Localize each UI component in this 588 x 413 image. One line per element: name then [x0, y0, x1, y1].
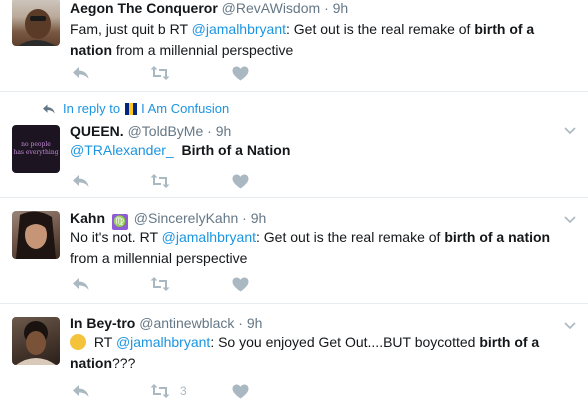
user-handle[interactable]: @antinewblack — [139, 315, 234, 331]
tweet[interactable]: Kahn ♍ @SincerelyKahn · 9h No it's not. … — [0, 198, 588, 304]
highlighted-term: Birth of a Nation — [181, 142, 291, 158]
reply-icon — [73, 385, 89, 397]
dark-purple-avatar-icon: no people has everything — [13, 141, 59, 156]
display-name[interactable]: Aegon The Conqueror — [70, 0, 218, 16]
like-button[interactable] — [232, 382, 249, 400]
tweet-text: @TRAlexander_ Birth of a Nation — [70, 140, 575, 161]
retweet-icon — [150, 174, 170, 188]
reply-prefix[interactable]: In reply to — [63, 101, 120, 116]
retweet-button[interactable] — [150, 172, 170, 190]
avatar[interactable] — [12, 211, 60, 259]
avatar[interactable] — [12, 0, 60, 46]
display-name[interactable]: Kahn — [70, 210, 105, 226]
reply-icon — [73, 278, 89, 290]
highlighted-term: birth of a nation — [444, 229, 551, 245]
mention-link[interactable]: @jamalhbryant — [192, 21, 286, 37]
heart-icon — [232, 277, 249, 291]
reply-icon — [73, 175, 89, 187]
mention-link[interactable]: @jamalhbryant — [116, 334, 210, 350]
user-handle[interactable]: @ToldByMe — [128, 123, 204, 139]
thinking-face-icon — [70, 334, 86, 350]
tweet-header: Aegon The Conqueror @RevAWisdom · 9h — [70, 0, 349, 16]
retweet-count: 3 — [180, 384, 187, 398]
retweet-icon — [150, 277, 170, 291]
reply-button[interactable] — [72, 172, 90, 190]
tweet-time[interactable]: 9h — [216, 123, 232, 139]
tweet-header: In Bey-tro @antinewblack · 9h — [70, 315, 263, 331]
heart-icon — [232, 66, 249, 80]
retweet-button[interactable]: 3 — [150, 382, 187, 400]
tweet-actions — [72, 172, 272, 190]
user-handle[interactable]: @RevAWisdom — [222, 0, 321, 16]
like-button[interactable] — [232, 275, 249, 293]
display-name[interactable]: QUEEN. — [70, 123, 124, 139]
reply-button[interactable] — [72, 64, 90, 82]
tweet-text: No it's not. RT @jamalhbryant: Get out i… — [70, 229, 551, 266]
retweet-button[interactable] — [150, 275, 170, 293]
chevron-down-icon[interactable] — [564, 216, 576, 224]
tweet[interactable]: In reply to I Am Confusion no people has… — [0, 92, 588, 198]
person-avatar-icon — [16, 321, 56, 365]
reply-arrow-icon — [43, 104, 55, 113]
tweet-text: RT @jamalhbryant: So you enjoyed Get Out… — [70, 334, 540, 371]
tweet-header: QUEEN. @ToldByMe · 9h — [70, 123, 232, 139]
heart-icon — [232, 384, 249, 398]
avatar[interactable] — [12, 317, 60, 365]
tweet-actions — [72, 275, 272, 293]
avatar[interactable]: no people has everything — [12, 125, 60, 173]
retweet-button[interactable] — [150, 64, 170, 82]
tweet-time[interactable]: 9h — [247, 315, 263, 331]
like-button[interactable] — [232, 64, 249, 82]
tweet[interactable]: Aegon The Conqueror @RevAWisdom · 9h Fam… — [0, 0, 588, 92]
chevron-down-icon[interactable] — [564, 322, 576, 330]
display-name[interactable]: In Bey-tro — [70, 315, 135, 331]
person-avatar-icon — [16, 211, 56, 259]
reply-to-user[interactable]: I Am Confusion — [141, 101, 229, 116]
tweet-time[interactable]: 9h — [251, 210, 267, 226]
user-handle[interactable]: @SincerelyKahn — [134, 210, 239, 226]
tweet-actions: 3 — [72, 382, 272, 400]
retweet-icon — [150, 384, 170, 398]
tweet-actions — [72, 64, 272, 82]
mention-link[interactable]: @TRAlexander_ — [70, 142, 174, 158]
reply-button[interactable] — [72, 275, 90, 293]
like-button[interactable] — [232, 172, 249, 190]
barbados-flag-icon — [125, 102, 138, 115]
tweet-text: Fam, just quit b RT @jamalhbryant: Get o… — [70, 21, 535, 58]
tweet-time[interactable]: 9h — [333, 0, 349, 16]
person-avatar-icon — [18, 9, 56, 46]
reply-icon — [73, 67, 89, 79]
chevron-down-icon[interactable] — [564, 127, 576, 135]
mention-link[interactable]: @jamalhbryant — [162, 229, 256, 245]
reply-button[interactable] — [72, 382, 90, 400]
reply-context: In reply to I Am Confusion — [42, 101, 229, 116]
tweet[interactable]: In Bey-tro @antinewblack · 9h RT @jamalh… — [0, 304, 588, 413]
retweet-icon — [150, 66, 170, 80]
heart-icon — [232, 174, 249, 188]
